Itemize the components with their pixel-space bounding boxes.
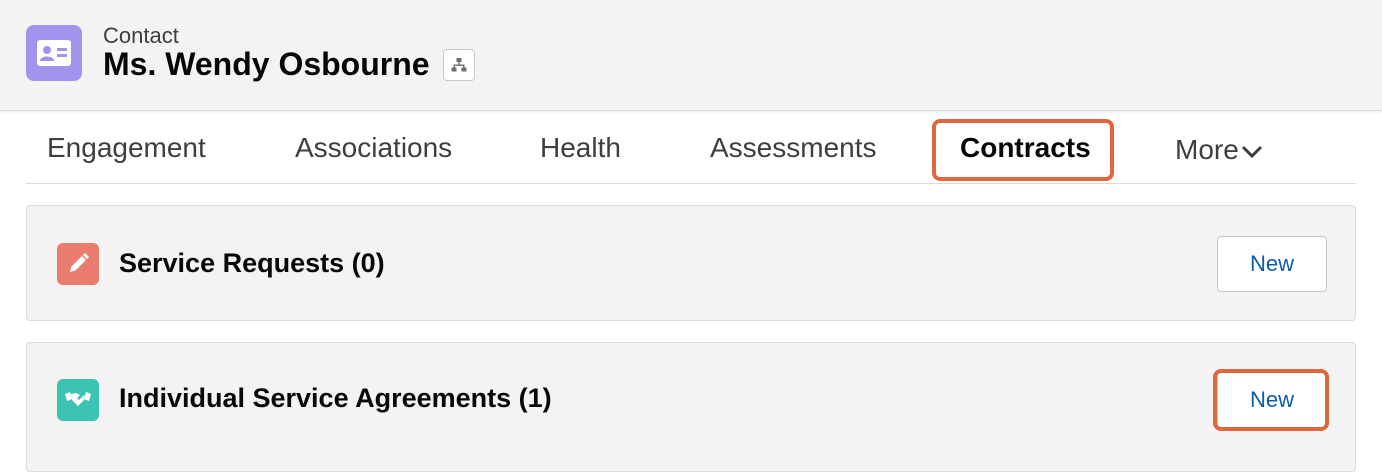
contact-card-icon <box>26 25 82 81</box>
tab-engagement[interactable]: Engagement <box>47 132 206 164</box>
button-highlight-outline <box>1213 369 1329 431</box>
card-title: Individual Service Agreements (1) <box>119 383 552 413</box>
view-hierarchy-button[interactable] <box>443 49 475 81</box>
tab-contracts[interactable]: Contracts <box>960 132 1091 164</box>
individual-service-agreements-card: Individual Service Agreements (1) New <box>26 342 1356 472</box>
tab-health[interactable]: Health <box>540 132 621 164</box>
service-requests-card: Service Requests (0) New <box>26 205 1356 321</box>
tab-associations[interactable]: Associations <box>295 132 452 164</box>
handshake-icon <box>57 379 99 421</box>
record-header: Contact Ms. Wendy Osbourne <box>0 0 1382 111</box>
record-name: Ms. Wendy Osbourne <box>103 46 430 82</box>
chevron-down-icon <box>1241 145 1262 158</box>
new-service-request-button[interactable]: New <box>1217 236 1327 292</box>
tab-bar: Engagement Associations Health Assessmen… <box>26 112 1356 184</box>
tab-more-label: More <box>1175 134 1239 165</box>
card-title: Service Requests (0) <box>119 248 385 278</box>
hierarchy-icon <box>451 58 467 72</box>
pencil-icon <box>57 243 99 285</box>
tab-assessments[interactable]: Assessments <box>710 132 877 164</box>
tab-more[interactable]: More <box>1175 134 1263 166</box>
